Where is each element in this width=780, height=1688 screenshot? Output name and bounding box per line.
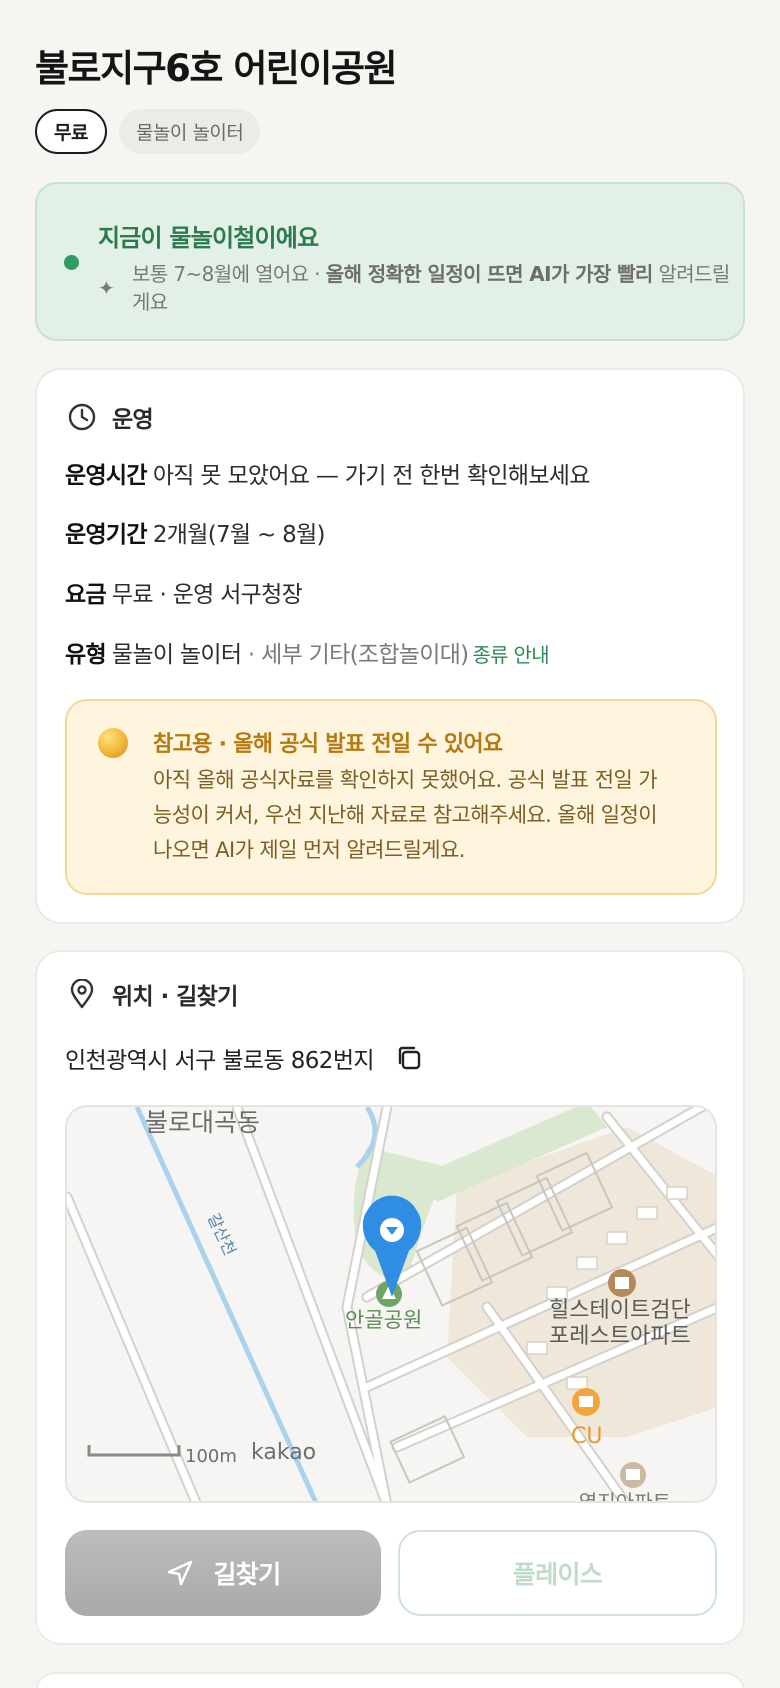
address-text: 인천광역시 서구 불로동 862번지 bbox=[65, 1048, 375, 1074]
location-title: 위치 · 길찾기 bbox=[112, 984, 238, 1010]
fee-row: 요금 무료 · 운영 서구청장 bbox=[65, 575, 303, 609]
next-card bbox=[35, 1672, 745, 1688]
type-detail: · 세부 기타(조합놀이대) bbox=[241, 642, 469, 668]
operation-card: 운영 운영시간 아직 못 모았어요 — 가기 전 한번 확인해보세요 운영기간 2개… bbox=[35, 368, 745, 924]
fee-value: 무료 · 운영 서구청장 bbox=[111, 582, 303, 608]
type-label: 유형 bbox=[65, 642, 107, 668]
reference-notice: 참고용 · 올해 공식 발표 전일 수 있어요 아직 올해 공식자료를 확인하지… bbox=[65, 699, 717, 895]
operation-header: 운영 bbox=[66, 400, 154, 434]
period-label: 운영기간 bbox=[65, 522, 148, 548]
notice-body: 아직 올해 공식자료를 확인하지 못했어요. 공식 발표 전일 가능성이 커서,… bbox=[153, 768, 658, 862]
directions-button[interactable]: 길찾기 bbox=[65, 1530, 381, 1616]
type-value: 물놀이 놀이터 bbox=[111, 642, 242, 668]
map-label-store: CU bbox=[571, 1424, 602, 1449]
season-sub-bold: 올해 정확한 일정이 뜨면 AI가 가장 빨리 bbox=[325, 262, 654, 286]
page-title: 불로지구6호 어린이공원 bbox=[35, 47, 398, 90]
map-view[interactable]: 불로대곡동 갈산천 안골공원 힐스테이트검단 포레스트아파트 CU 엳지아파트 … bbox=[65, 1105, 717, 1503]
operation-title: 운영 bbox=[112, 407, 154, 433]
directions-label: 길찾기 bbox=[213, 1560, 281, 1589]
map-label-district: 불로대곡동 bbox=[145, 1108, 260, 1137]
tag-water-playground[interactable]: 물놀이 놀이터 bbox=[118, 109, 261, 154]
place-button[interactable]: 플레이스 bbox=[398, 1530, 717, 1616]
navigation-arrow-icon bbox=[168, 1560, 193, 1586]
coin-icon bbox=[98, 728, 128, 758]
fee-label: 요금 bbox=[65, 582, 107, 608]
location-card: 위치 · 길찾기 인천광역시 서구 불로동 862번지 불로대곡동 갈산천 안골… bbox=[35, 950, 745, 1645]
hours-value: 아직 못 모았어요 — 가기 전 한번 확인해보세요 bbox=[152, 463, 591, 489]
status-dot-icon bbox=[64, 255, 79, 270]
sparkle-icon: ✦ bbox=[98, 276, 115, 300]
tag-free[interactable]: 무료 bbox=[35, 109, 107, 154]
hours-row: 운영시간 아직 못 모았어요 — 가기 전 한번 확인해보세요 bbox=[65, 456, 590, 490]
period-row: 운영기간 2개월(7월 ~ 8월) bbox=[65, 515, 326, 549]
map-label-apt-3: 엳지아파트 bbox=[579, 1490, 671, 1503]
notice-title: 참고용 · 올해 공식 발표 전일 수 있어요 bbox=[153, 732, 503, 757]
map-provider-logo: kakao bbox=[251, 1440, 316, 1465]
map-label-apt-1: 힐스테이트검단 bbox=[549, 1298, 691, 1323]
map-scale-label: 100m bbox=[185, 1446, 237, 1467]
tag-list: 무료 물놀이 놀이터 bbox=[35, 109, 261, 154]
address-row: 인천광역시 서구 불로동 862번지 bbox=[65, 1041, 424, 1075]
location-header: 위치 · 길찾기 bbox=[66, 977, 238, 1011]
map-label-park: 안골공원 bbox=[345, 1308, 422, 1332]
period-value: 2개월(7월 ~ 8월) bbox=[152, 522, 326, 548]
type-guide-link[interactable]: 종류 안내 bbox=[472, 643, 549, 667]
map-pin-icon bbox=[66, 978, 98, 1010]
season-headline: 지금이 물놀이철이에요 bbox=[98, 224, 319, 252]
season-banner: 지금이 물놀이철이에요 ✦ 보통 7~8월에 열어요 · 올해 정확한 일정이 … bbox=[35, 182, 745, 341]
map-label-apt-2: 포레스트아파트 bbox=[549, 1324, 691, 1349]
clock-icon bbox=[66, 401, 98, 433]
hours-label: 운영시간 bbox=[65, 463, 148, 489]
season-subtext: 보통 7~8월에 열어요 · 올해 정확한 일정이 뜨면 AI가 가장 빨리 알… bbox=[132, 260, 732, 316]
season-sub-plain: 보통 7~8월에 열어요 · bbox=[132, 262, 326, 286]
type-row: 유형 물놀이 놀이터 · 세부 기타(조합놀이대) 종류 안내 bbox=[65, 635, 550, 669]
copy-icon[interactable] bbox=[394, 1043, 424, 1073]
